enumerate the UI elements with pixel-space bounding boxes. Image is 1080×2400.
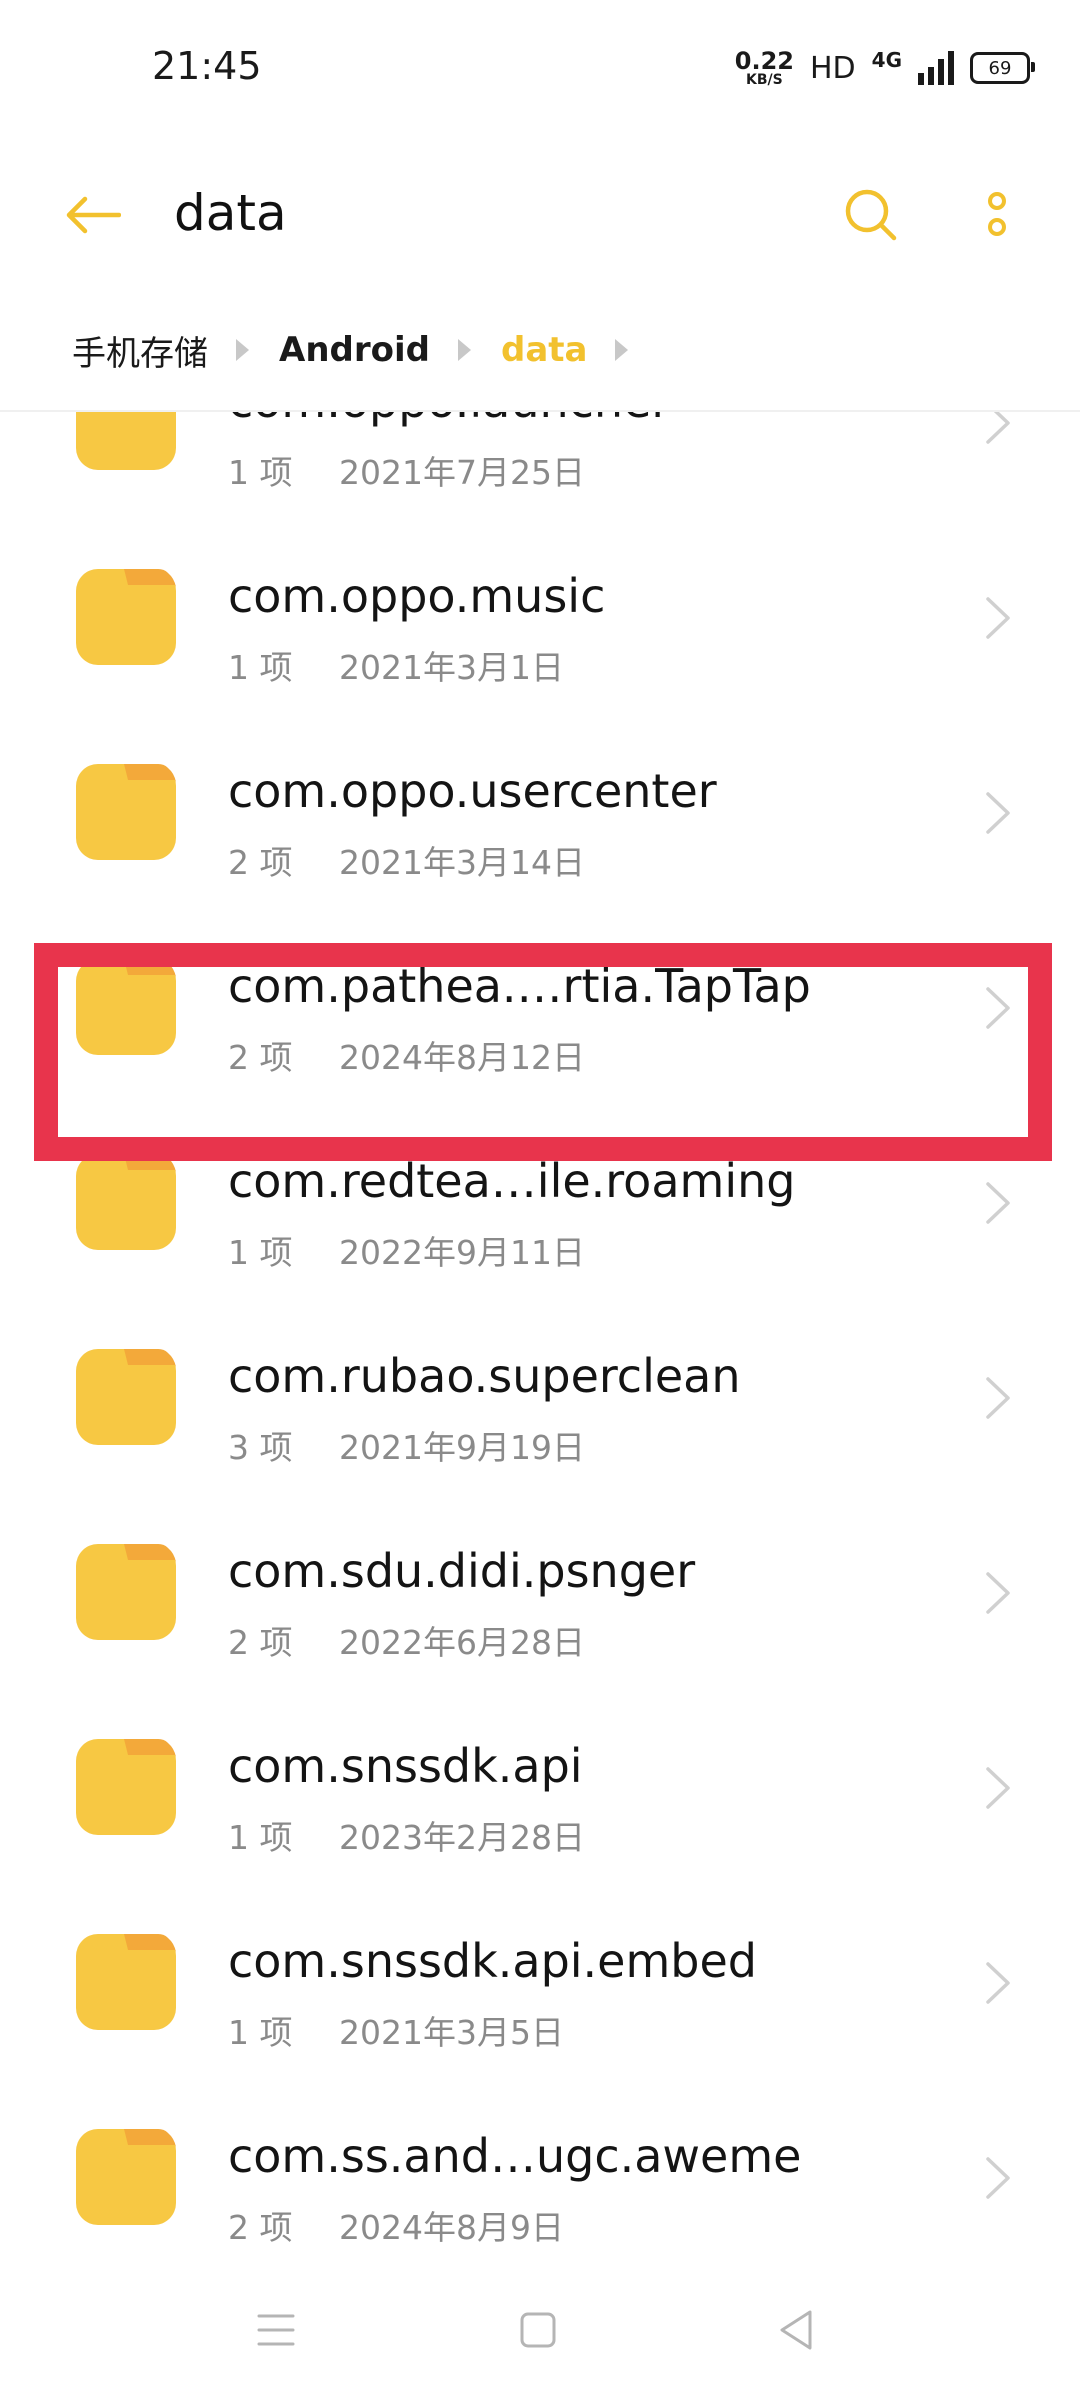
battery-level: 69 — [988, 57, 1012, 79]
folder-meta: 3 项 2021年9月19日 — [228, 1421, 585, 1469]
folder-icon — [76, 1349, 176, 1445]
breadcrumb: 手机存储 Android data — [72, 318, 658, 382]
chevron-right-icon — [986, 792, 1010, 834]
folder-name: com.ss.and…ugc.aweme — [228, 2129, 802, 2183]
status-indicators: 0.22 KB/S HD 4G 69 — [735, 44, 1035, 92]
folder-icon — [76, 1154, 176, 1250]
folder-list[interactable]: com.oppo.launcher 1 项 2021年7月25日 com.opp… — [0, 412, 1080, 2242]
folder-icon — [76, 2129, 176, 2225]
arrow-left-icon — [66, 196, 121, 234]
folder-meta: 1 项 2021年3月1日 — [228, 641, 564, 689]
folder-icon — [76, 412, 176, 470]
folder-icon — [76, 764, 176, 860]
folder-date: 2022年6月28日 — [339, 1623, 585, 1662]
network-speed: 0.22 KB/S — [735, 49, 794, 87]
chevron-right-icon — [986, 2157, 1010, 2199]
folder-meta: 1 项 2023年2月28日 — [228, 1811, 585, 1859]
folder-name: com.snssdk.api.embed — [228, 1934, 757, 1988]
back-button[interactable] — [58, 180, 128, 250]
folder-item-count: 2 项 — [228, 2208, 293, 2242]
folder-meta: 1 项 2021年3月5日 — [228, 2006, 564, 2054]
folder-date: 2021年3月14日 — [339, 843, 585, 882]
folder-item[interactable]: com.oppo.usercenter 2 项 2021年3月14日 — [0, 714, 1080, 909]
folder-meta: 1 项 2022年9月11日 — [228, 1226, 585, 1274]
folder-item[interactable]: com.oppo.music 1 项 2021年3月1日 — [0, 519, 1080, 714]
highlight-box — [34, 943, 1052, 1161]
folder-name: com.snssdk.api — [228, 1739, 583, 1793]
network-speed-unit: KB/S — [746, 72, 783, 88]
folder-icon — [76, 1934, 176, 2030]
folder-item[interactable]: com.rubao.superclean 3 项 2021年9月19日 — [0, 1299, 1080, 1494]
battery-icon: 69 — [970, 52, 1035, 84]
folder-meta: 2 项 2024年8月9日 — [228, 2201, 564, 2242]
folder-name: com.oppo.music — [228, 569, 606, 623]
search-icon — [845, 189, 897, 241]
chevron-right-icon — [986, 1182, 1010, 1224]
folder-item-count: 2 项 — [228, 1623, 293, 1662]
folder-name: com.rubao.superclean — [228, 1349, 741, 1403]
folder-item-count: 2 项 — [228, 843, 293, 882]
hd-indicator: HD — [809, 50, 856, 86]
title-bar: data — [0, 150, 1080, 280]
more-options-button[interactable] — [962, 180, 1032, 250]
folder-list-content: com.oppo.launcher 1 项 2021年7月25日 com.opp… — [0, 412, 1080, 2242]
folder-date: 2021年3月1日 — [339, 648, 564, 687]
chevron-right-icon — [986, 1377, 1010, 1419]
folder-icon — [76, 1739, 176, 1835]
navigation-bar — [0, 2260, 1080, 2400]
page-title: data — [174, 184, 287, 242]
folder-date: 2022年9月11日 — [339, 1233, 585, 1272]
folder-item[interactable]: com.snssdk.api.embed 1 项 2021年3月5日 — [0, 1884, 1080, 2079]
status-bar: 21:45 0.22 KB/S HD 4G 69 — [0, 0, 1080, 130]
chevron-right-icon — [986, 1962, 1010, 2004]
menu-icon — [257, 2314, 295, 2346]
folder-item-count: 3 项 — [228, 1428, 293, 1467]
back-triangle-icon — [780, 2310, 812, 2350]
folder-meta: 1 项 2021年7月25日 — [228, 446, 585, 494]
network-speed-value: 0.22 — [734, 47, 794, 75]
folder-name: com.oppo.launcher — [228, 412, 670, 428]
folder-date: 2021年3月5日 — [339, 2013, 564, 2052]
folder-item-count: 1 项 — [228, 1233, 293, 1272]
search-button[interactable] — [836, 180, 906, 250]
folder-icon — [76, 569, 176, 665]
breadcrumb-phone-storage[interactable]: 手机存储 — [72, 326, 208, 375]
folder-date: 2024年8月9日 — [339, 2208, 564, 2242]
folder-name: com.redtea…ile.roaming — [228, 1154, 796, 1208]
chevron-right-icon — [986, 597, 1010, 639]
back-nav-button[interactable] — [766, 2300, 826, 2360]
breadcrumb-separator-icon — [236, 339, 249, 361]
folder-item[interactable]: com.sdu.didi.psnger 2 项 2022年6月28日 — [0, 1494, 1080, 1689]
folder-date: 2021年9月19日 — [339, 1428, 585, 1467]
signal-icon — [918, 51, 954, 85]
folder-name: com.oppo.usercenter — [228, 764, 717, 818]
folder-date: 2021年7月25日 — [339, 453, 585, 492]
folder-item-count: 1 项 — [228, 1818, 293, 1857]
more-vertical-icon — [988, 192, 1006, 236]
folder-meta: 2 项 2021年3月14日 — [228, 836, 585, 884]
network-type: 4G — [871, 48, 902, 72]
folder-item-count: 1 项 — [228, 453, 293, 492]
chevron-right-icon — [986, 1572, 1010, 1614]
chevron-right-icon — [986, 412, 1010, 444]
folder-item[interactable]: com.oppo.launcher 1 项 2021年7月25日 — [0, 412, 1080, 519]
folder-item[interactable]: com.snssdk.api 1 项 2023年2月28日 — [0, 1689, 1080, 1884]
folder-icon — [76, 1544, 176, 1640]
breadcrumb-android[interactable]: Android — [279, 330, 430, 370]
breadcrumb-data[interactable]: data — [501, 330, 587, 370]
home-button[interactable] — [508, 2300, 568, 2360]
folder-date: 2023年2月28日 — [339, 1818, 585, 1857]
folder-meta: 2 项 2022年6月28日 — [228, 1616, 585, 1664]
breadcrumb-separator-icon — [615, 339, 629, 361]
menu-button[interactable] — [246, 2300, 306, 2360]
folder-item-count: 1 项 — [228, 2013, 293, 2052]
folder-item-count: 1 项 — [228, 648, 293, 687]
chevron-right-icon — [986, 1767, 1010, 1809]
folder-name: com.sdu.didi.psnger — [228, 1544, 696, 1598]
home-square-icon — [520, 2312, 556, 2348]
folder-item[interactable]: com.ss.and…ugc.aweme 2 项 2024年8月9日 — [0, 2079, 1080, 2242]
breadcrumb-separator-icon — [457, 339, 471, 361]
status-time: 21:45 — [152, 44, 262, 88]
